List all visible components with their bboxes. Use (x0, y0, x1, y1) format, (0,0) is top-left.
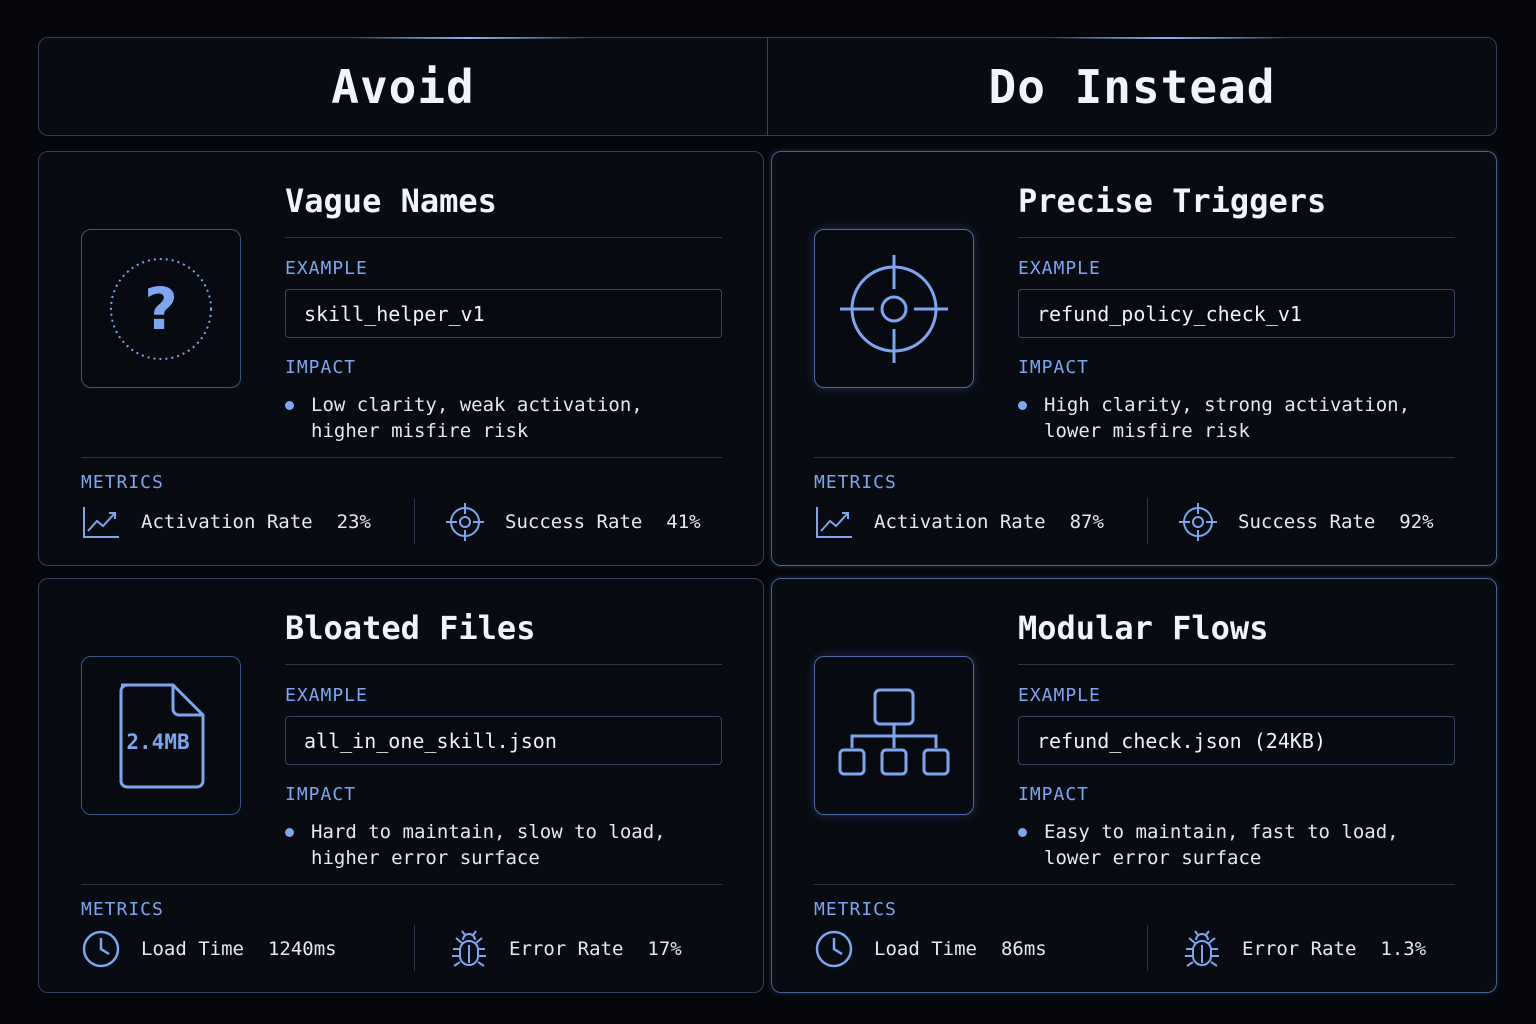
example-value: refund_check.json (24KB) (1018, 716, 1455, 765)
bug-icon (452, 930, 486, 967)
metric-activation-rate: Activation Rate 23% (81, 504, 371, 540)
target-icon (1179, 503, 1217, 541)
icon-box (814, 229, 974, 388)
title-divider (1018, 237, 1455, 238)
bullet-icon (1018, 401, 1027, 410)
metric-name: Activation Rate (141, 511, 313, 533)
page: Avoid Do Instead ? Vague Names EXAMPLE s… (0, 0, 1536, 1024)
impact-label: IMPACT (285, 357, 357, 378)
example-label: EXAMPLE (1018, 685, 1101, 706)
title-divider (285, 237, 722, 238)
metric-name: Error Rate (1242, 938, 1357, 960)
impact-item: Low clarity, weak activation, higher mis… (285, 392, 722, 444)
file-size-text: 2.4MB (126, 730, 189, 754)
metric-separator (414, 498, 415, 544)
file-icon: 2.4MB (119, 683, 205, 788)
metric-name: Load Time (874, 938, 977, 960)
metric-name: Error Rate (509, 938, 624, 960)
metric-value: 1240ms (267, 938, 337, 960)
metric-name: Load Time (141, 938, 244, 960)
metric-value: 92% (1399, 511, 1434, 533)
target-icon (446, 503, 484, 541)
icon-box: 2.4MB (81, 656, 241, 815)
metric-error-rate: Error Rate 17% (449, 930, 682, 967)
impact-text: Low clarity, weak activation, higher mis… (311, 394, 643, 442)
avoid-heading: Avoid (331, 59, 475, 114)
impact-item: Hard to maintain, slow to load, higher e… (285, 819, 722, 871)
example-label: EXAMPLE (1018, 258, 1101, 279)
example-value: all_in_one_skill.json (285, 716, 722, 765)
card-bloated-files: 2.4MB Bloated Files EXAMPLE all_in_one_s… (38, 578, 764, 993)
example-value: skill_helper_v1 (285, 289, 722, 338)
metrics-label: METRICS (814, 472, 897, 493)
bullet-icon (285, 401, 294, 410)
impact-text: Hard to maintain, slow to load, higher e… (311, 821, 666, 869)
metric-activation-rate: Activation Rate 87% (814, 504, 1104, 540)
impact-text: High clarity, strong activation, lower m… (1044, 394, 1411, 442)
card-precise-triggers: Precise Triggers EXAMPLE refund_policy_c… (771, 151, 1497, 566)
do-instead-heading: Do Instead (988, 59, 1276, 114)
impact-item: Easy to maintain, fast to load, lower er… (1018, 819, 1455, 871)
metric-separator (1147, 925, 1148, 971)
metric-success-rate: Success Rate 92% (1178, 503, 1434, 541)
impact-label: IMPACT (285, 784, 357, 805)
bullet-icon (1018, 828, 1027, 837)
impact-label: IMPACT (1018, 357, 1090, 378)
hierarchy-icon (838, 688, 950, 775)
metrics-divider (814, 884, 1455, 885)
card-modular-flows: Modular Flows EXAMPLE refund_check.json … (771, 578, 1497, 993)
metric-name: Success Rate (1238, 511, 1376, 533)
metric-value: 86ms (1000, 938, 1047, 960)
comparison-header: Avoid Do Instead (38, 37, 1497, 136)
svg-text:?: ? (144, 275, 178, 343)
card-title: Precise Triggers (1018, 182, 1327, 220)
metric-load-time: Load Time 86ms (814, 930, 1047, 968)
impact-item: High clarity, strong activation, lower m… (1018, 392, 1455, 444)
metric-name: Activation Rate (874, 511, 1046, 533)
metric-value: 87% (1069, 511, 1104, 533)
card-title: Modular Flows (1018, 609, 1269, 647)
metric-separator (1147, 498, 1148, 544)
header-glow (349, 37, 589, 39)
title-divider (285, 664, 722, 665)
card-title: Bloated Files (285, 609, 536, 647)
metric-value: 23% (336, 511, 371, 533)
impact-text: Easy to maintain, fast to load, lower er… (1044, 821, 1399, 869)
bullet-icon (285, 828, 294, 837)
icon-box: ? (81, 229, 241, 388)
metric-name: Success Rate (505, 511, 643, 533)
metric-success-rate: Success Rate 41% (445, 503, 701, 541)
metric-error-rate: Error Rate 1.3% (1182, 930, 1427, 967)
metrics-divider (81, 884, 722, 885)
example-label: EXAMPLE (285, 258, 368, 279)
trend-chart-icon (83, 507, 119, 538)
metric-separator (414, 925, 415, 971)
question-icon: ? (110, 257, 212, 360)
clock-icon (815, 930, 853, 968)
card-vague-names: ? Vague Names EXAMPLE skill_helper_v1 IM… (38, 151, 764, 566)
metric-value: 41% (666, 511, 701, 533)
metrics-label: METRICS (814, 899, 897, 920)
trend-chart-icon (816, 507, 852, 538)
title-divider (1018, 664, 1455, 665)
crosshair-icon (840, 254, 948, 363)
metrics-label: METRICS (81, 899, 164, 920)
example-value: refund_policy_check_v1 (1018, 289, 1455, 338)
card-title: Vague Names (285, 182, 497, 220)
metric-load-time: Load Time 1240ms (81, 930, 337, 968)
clock-icon (82, 930, 120, 968)
example-label: EXAMPLE (285, 685, 368, 706)
bug-icon (1185, 930, 1219, 967)
metric-value: 1.3% (1380, 938, 1427, 960)
metric-value: 17% (647, 938, 682, 960)
header-glow (1049, 37, 1289, 39)
icon-box (814, 656, 974, 815)
metrics-divider (814, 457, 1455, 458)
metrics-divider (81, 457, 722, 458)
metrics-label: METRICS (81, 472, 164, 493)
impact-label: IMPACT (1018, 784, 1090, 805)
